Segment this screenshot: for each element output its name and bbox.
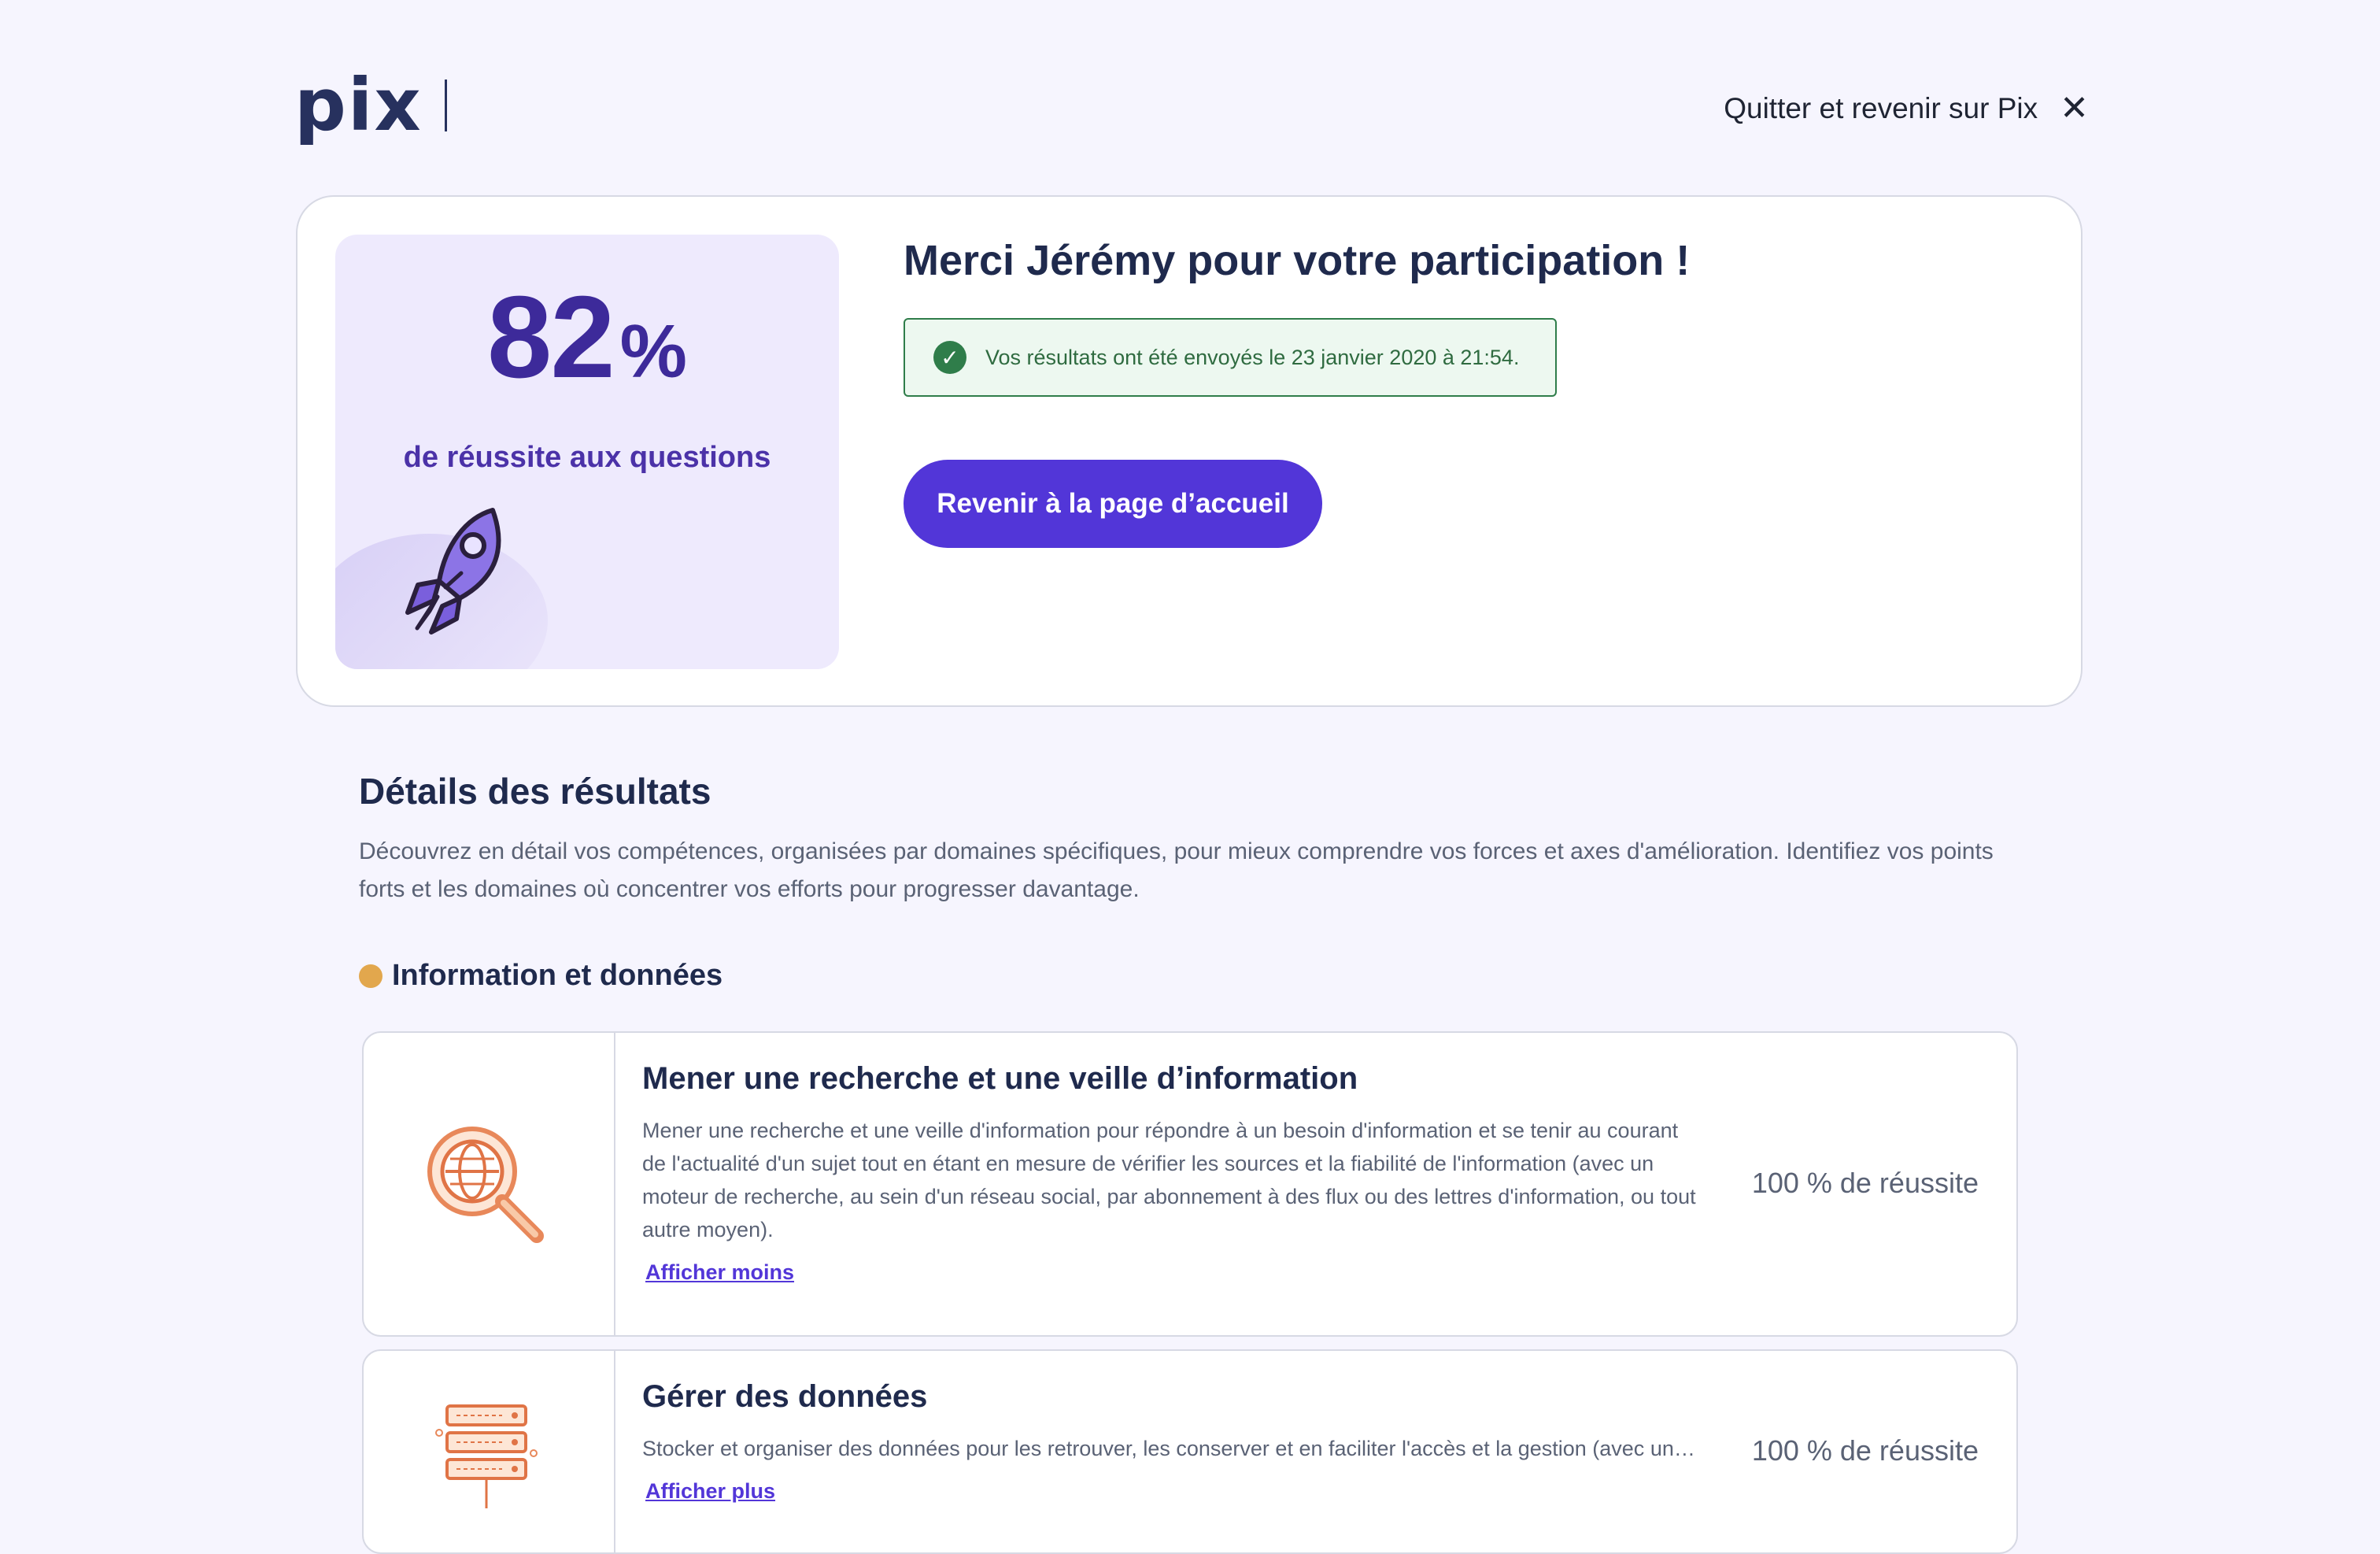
- competence-illustration: [364, 1351, 615, 1552]
- results-hero-card: 82% de réussite aux questions Merci Jéré…: [296, 195, 2082, 707]
- competence-score: 100 % de réussite: [1751, 1167, 1979, 1199]
- quit-link[interactable]: Quitter et revenir sur Pix ✕: [1724, 91, 2089, 126]
- domain-heading: Information et données: [359, 959, 722, 993]
- score-card: 82% de réussite aux questions: [335, 235, 839, 669]
- show-more-link[interactable]: Afficher plus: [645, 1479, 775, 1504]
- page-header: pix Quitter et revenir sur Pix ✕: [294, 69, 2089, 156]
- rocket-icon: [405, 508, 501, 635]
- score-value-row: 82%: [335, 271, 839, 405]
- notice-text: Vos résultats ont été envoyés le 23 janv…: [985, 345, 1520, 369]
- competence-body: Mener une recherche et une veille d’info…: [642, 1061, 1697, 1285]
- show-less-link[interactable]: Afficher moins: [645, 1260, 794, 1285]
- logo-divider: [444, 80, 447, 131]
- page-title: Merci Jérémy pour votre participation !: [904, 237, 1691, 284]
- pix-logo[interactable]: pix: [294, 69, 447, 142]
- database-servers-icon: [435, 1404, 538, 1508]
- home-button[interactable]: Revenir à la page d’accueil: [904, 460, 1322, 548]
- competence-card: Mener une recherche et une veille d’info…: [362, 1031, 2018, 1337]
- competence-score: 100 % de réussite: [1751, 1434, 1979, 1467]
- competence-description: Mener une recherche et une veille d'info…: [642, 1119, 1696, 1241]
- score-unit: %: [619, 309, 687, 394]
- competence-illustration: [364, 1033, 615, 1335]
- logo-text: pix: [294, 63, 423, 147]
- quit-label: Quitter et revenir sur Pix: [1724, 92, 2038, 124]
- competence-description: Stocker et organiser des données pour le…: [642, 1437, 1697, 1460]
- check-circle-icon: ✓: [933, 341, 966, 374]
- details-description: Découvrez en détail vos compétences, org…: [359, 838, 1994, 902]
- competence-title: Mener une recherche et une veille d’info…: [642, 1061, 1358, 1096]
- competence-body: Gérer des données Stocker et organiser d…: [642, 1379, 1697, 1504]
- competence-card: Gérer des données Stocker et organiser d…: [362, 1349, 2018, 1554]
- results-details: Détails des résultats Découvrez en détai…: [359, 770, 2027, 908]
- close-icon[interactable]: ✕: [2060, 91, 2089, 126]
- details-title: Détails des résultats: [359, 771, 711, 812]
- domain-title: Information et données: [392, 959, 723, 992]
- competence-title: Gérer des données: [642, 1379, 928, 1414]
- score-label: de réussite aux questions: [403, 441, 771, 474]
- success-notice: ✓ Vos résultats ont été envoyés le 23 ja…: [904, 318, 1557, 397]
- score-value: 82: [487, 272, 615, 402]
- domain-color-dot: [359, 964, 382, 988]
- magnifier-globe-icon: [427, 1127, 544, 1243]
